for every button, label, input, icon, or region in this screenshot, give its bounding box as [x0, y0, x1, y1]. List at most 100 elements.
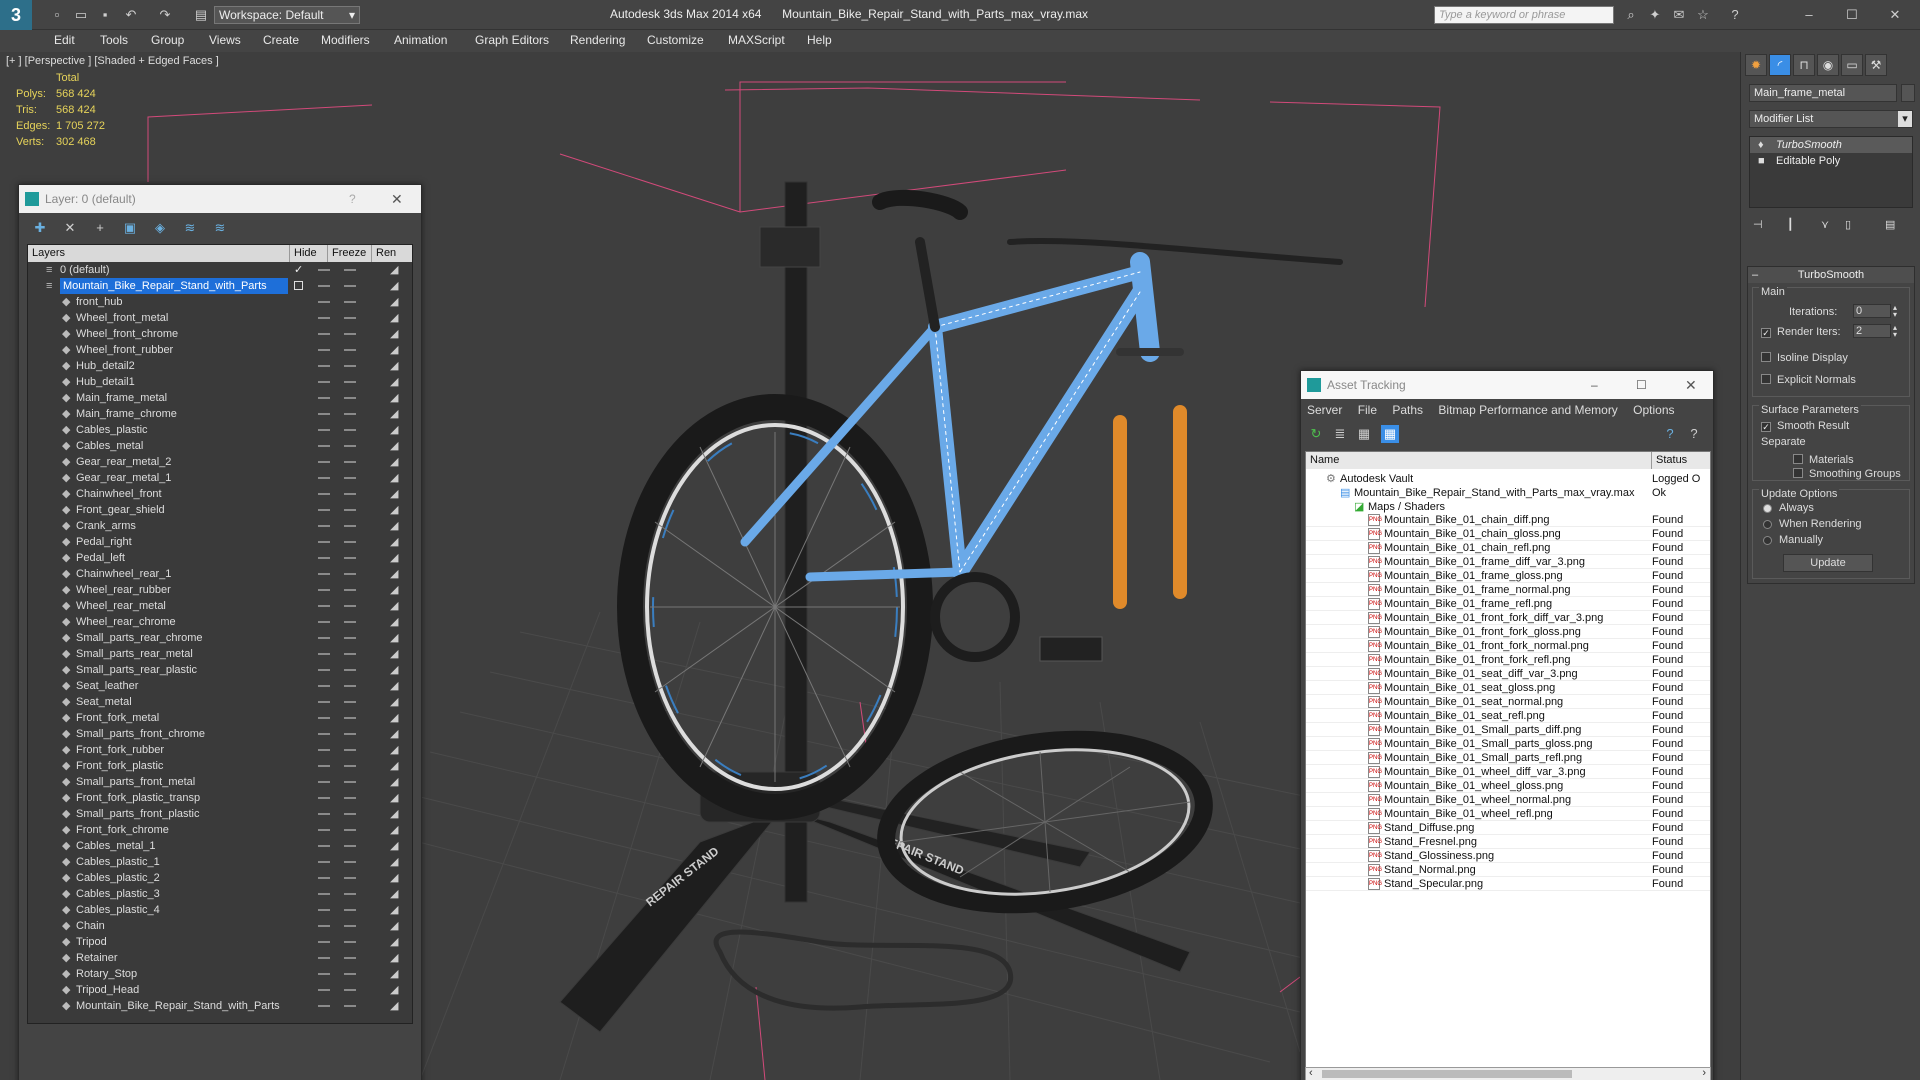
freeze-toggle[interactable]	[344, 749, 356, 751]
menu-views[interactable]: Views	[209, 33, 241, 47]
hide-toggle[interactable]	[318, 317, 330, 319]
freeze-toggle[interactable]	[344, 957, 356, 959]
modifier-list-dropdown[interactable]: Modifier List ▾	[1749, 110, 1913, 128]
hide-toggle[interactable]	[318, 621, 330, 623]
layer-row[interactable]: ◆ Wheel_front_rubber ◢	[28, 342, 412, 358]
hide-toggle[interactable]	[318, 829, 330, 831]
hide-toggle[interactable]	[318, 397, 330, 399]
freeze-toggle[interactable]	[344, 973, 356, 975]
render-toggle[interactable]: ◢	[390, 614, 398, 630]
freeze-toggle[interactable]	[344, 1005, 356, 1007]
render-toggle[interactable]: ◢	[390, 742, 398, 758]
render-toggle[interactable]: ◢	[390, 502, 398, 518]
layer-row[interactable]: ◆ Gear_rear_metal_2 ◢	[28, 454, 412, 470]
highlight-layer-icon[interactable]: ◈	[151, 219, 169, 237]
table-view-icon[interactable]: ▦	[1381, 425, 1399, 443]
render-toggle[interactable]: ◢	[390, 470, 398, 486]
freeze-toggle[interactable]	[344, 525, 356, 527]
asset-row[interactable]: PNG Mountain_Bike_01_Small_parts_gloss.pn…	[1306, 737, 1710, 751]
layer-row[interactable]: ◆ Main_frame_chrome ◢	[28, 406, 412, 422]
minimize-icon[interactable]: –	[1591, 371, 1598, 399]
create-tab-icon[interactable]: ✹	[1745, 54, 1767, 76]
scroll-thumb[interactable]	[1322, 1070, 1572, 1078]
hide-toggle[interactable]	[318, 525, 330, 527]
layer-row[interactable]: ◆ Chain ◢	[28, 918, 412, 934]
column-render[interactable]: Ren	[372, 245, 412, 262]
layer-row[interactable]: ◆ Rotary_Stop ◢	[28, 966, 412, 982]
asset-row[interactable]: PNG Mountain_Bike_01_wheel_normal.png Foun…	[1306, 793, 1710, 807]
menu-modifiers[interactable]: Modifiers	[321, 33, 370, 47]
layer-row[interactable]: ≡ 0 (default) ✓ ◢	[28, 262, 412, 278]
stack-item-editable-poly[interactable]: ■ Editable Poly	[1750, 153, 1912, 169]
layer-row[interactable]: ≡ Mountain_Bike_Repair_Stand_with_Parts ◢	[28, 278, 412, 294]
open-file-icon[interactable]: ▭	[72, 6, 90, 24]
freeze-toggle[interactable]	[344, 509, 356, 511]
render-toggle[interactable]: ◢	[390, 790, 398, 806]
render-iters-spinner[interactable]: 2	[1853, 324, 1891, 338]
layer-row[interactable]: ◆ Front_fork_chrome ◢	[28, 822, 412, 838]
hide-toggle[interactable]	[318, 813, 330, 815]
asset-row[interactable]: PNG Mountain_Bike_01_front_fork_normal.pn…	[1306, 639, 1710, 653]
asset-menu-paths[interactable]: Paths	[1392, 403, 1423, 417]
render-toggle[interactable]: ◢	[390, 870, 398, 886]
spinner-arrows-icon[interactable]: ▴ ▾	[1893, 324, 1897, 339]
object-name-field[interactable]: Main_frame_metal	[1749, 84, 1897, 102]
freeze-toggle[interactable]	[344, 925, 356, 927]
hide-toggle[interactable]	[318, 445, 330, 447]
close-icon[interactable]: ✕	[391, 185, 403, 213]
freeze-toggle[interactable]	[344, 669, 356, 671]
redo-icon[interactable]: ↷	[156, 6, 174, 24]
freeze-toggle[interactable]	[344, 269, 356, 271]
hide-toggle[interactable]	[318, 1005, 330, 1007]
freeze-toggle[interactable]	[344, 813, 356, 815]
iterations-spinner[interactable]: 0	[1853, 304, 1891, 318]
render-toggle[interactable]: ◢	[390, 550, 398, 566]
layer-row[interactable]: ◆ Wheel_front_chrome ◢	[28, 326, 412, 342]
layer-row[interactable]: ◆ Cables_plastic ◢	[28, 422, 412, 438]
column-freeze[interactable]: Freeze	[328, 245, 372, 262]
hide-toggle[interactable]	[318, 749, 330, 751]
subscription-icon[interactable]: ✦	[1646, 6, 1664, 24]
layer-row[interactable]: ◆ Cables_plastic_1 ◢	[28, 854, 412, 870]
communication-icon[interactable]: ✉	[1670, 6, 1688, 24]
freeze-toggle[interactable]	[344, 461, 356, 463]
freeze-toggle[interactable]	[344, 685, 356, 687]
render-toggle[interactable]: ◢	[390, 854, 398, 870]
asset-menu-bitmap[interactable]: Bitmap Performance and Memory	[1438, 403, 1617, 417]
render-toggle[interactable]: ◢	[390, 358, 398, 374]
layer-row[interactable]: ◆ Hub_detail1 ◢	[28, 374, 412, 390]
freeze-toggle[interactable]	[344, 797, 356, 799]
freeze-all-icon[interactable]: ≋	[211, 219, 229, 237]
layer-dialog-titlebar[interactable]: Layer: 0 (default) ? ✕	[19, 185, 421, 213]
asset-row[interactable]: PNG Mountain_Bike_01_seat_normal.png Found	[1306, 695, 1710, 709]
render-toggle[interactable]: ◢	[390, 390, 398, 406]
hide-toggle[interactable]	[318, 637, 330, 639]
hide-all-icon[interactable]: ≋	[181, 219, 199, 237]
hide-toggle[interactable]	[318, 477, 330, 479]
motion-tab-icon[interactable]: ◉	[1817, 54, 1839, 76]
create-layer-icon[interactable]: ✚	[31, 219, 49, 237]
asset-menu-file[interactable]: File	[1358, 403, 1377, 417]
render-toggle[interactable]: ◢	[390, 934, 398, 950]
column-name[interactable]: Name	[1306, 452, 1652, 469]
hide-toggle[interactable]	[318, 301, 330, 303]
asset-menu-server[interactable]: Server	[1307, 403, 1342, 417]
layer-row[interactable]: ◆ front_hub ◢	[28, 294, 412, 310]
asset-row[interactable]: PNG Mountain_Bike_01_frame_refl.png Found	[1306, 597, 1710, 611]
freeze-toggle[interactable]	[344, 989, 356, 991]
asset-row[interactable]: PNG Stand_Fresnel.png Found	[1306, 835, 1710, 849]
hide-toggle[interactable]	[318, 973, 330, 975]
asset-menu-options[interactable]: Options	[1633, 403, 1674, 417]
modify-tab-icon[interactable]: ◜	[1769, 54, 1791, 76]
menu-customize[interactable]: Customize	[647, 33, 704, 47]
render-toggle[interactable]: ◢	[390, 630, 398, 646]
menu-animation[interactable]: Animation	[394, 33, 447, 47]
set-current-layer-box[interactable]	[294, 281, 303, 290]
asset-row[interactable]: PNG Stand_Glossiness.png Found	[1306, 849, 1710, 863]
layer-row[interactable]: ◆ Seat_metal ◢	[28, 694, 412, 710]
menu-maxscript[interactable]: MAXScript	[728, 33, 785, 47]
project-folder-icon[interactable]: ▤	[192, 6, 210, 24]
freeze-toggle[interactable]	[344, 445, 356, 447]
freeze-toggle[interactable]	[344, 717, 356, 719]
hide-toggle[interactable]	[318, 957, 330, 959]
